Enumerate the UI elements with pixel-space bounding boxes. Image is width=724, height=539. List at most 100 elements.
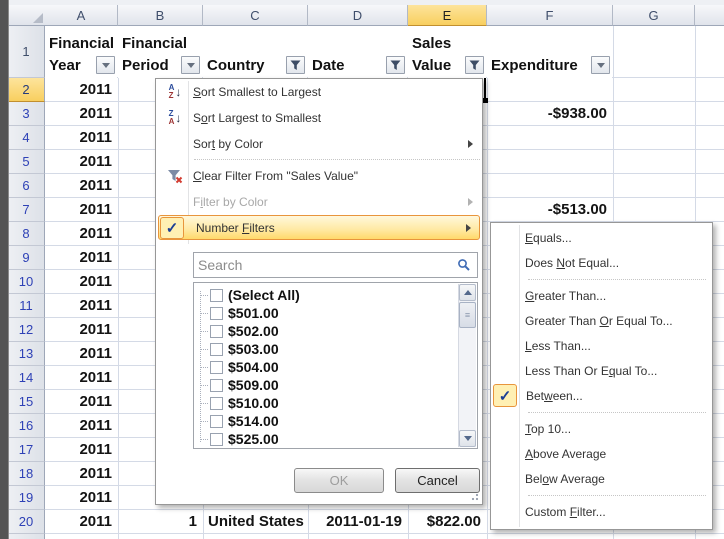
menu-item-sort-smallest-to-largest[interactable]: AZ↓Sort Smallest to Largest bbox=[157, 79, 481, 105]
row-header-15[interactable]: 15 bbox=[8, 390, 45, 414]
scrollbar[interactable]: ≡ bbox=[458, 284, 476, 447]
fill-handle[interactable] bbox=[483, 98, 488, 103]
row-header-partial[interactable] bbox=[8, 534, 45, 539]
column-header-g[interactable]: G bbox=[613, 5, 695, 26]
row-header-18[interactable]: 18 bbox=[8, 462, 45, 486]
cell-f7[interactable]: -$513.00 bbox=[487, 198, 612, 222]
checkbox-unchecked[interactable] bbox=[210, 379, 223, 392]
cell-a15[interactable]: 2011 bbox=[45, 390, 117, 414]
row-header-10[interactable]: 10 bbox=[8, 270, 45, 294]
row-header-4[interactable]: 4 bbox=[8, 126, 45, 150]
cell-c20[interactable]: United States bbox=[203, 510, 307, 534]
cancel-button[interactable]: Cancel bbox=[395, 468, 480, 493]
list-item-partial[interactable] bbox=[194, 448, 228, 449]
submenu-item-above-average[interactable]: Above Average bbox=[492, 441, 711, 466]
menu-item-sort-by-color[interactable]: Sort by Color bbox=[157, 131, 481, 157]
cell-a20[interactable]: 2011 bbox=[45, 510, 117, 534]
header-cell-year[interactable]: FinancialYear bbox=[45, 26, 117, 78]
checkbox-unchecked[interactable] bbox=[210, 415, 223, 428]
cell-a19[interactable]: 2011 bbox=[45, 486, 117, 510]
menu-item-sort-largest-to-smallest[interactable]: ZA↓Sort Largest to Smallest bbox=[157, 105, 481, 131]
row-header-1[interactable]: 1 bbox=[8, 26, 45, 78]
header-cell-value[interactable]: SalesValue bbox=[408, 26, 486, 78]
list-item[interactable]: $509.00 bbox=[194, 376, 279, 394]
checkbox-unchecked[interactable] bbox=[210, 343, 223, 356]
row-header-3[interactable]: 3 bbox=[8, 102, 45, 126]
checkbox-unchecked[interactable] bbox=[210, 433, 223, 446]
resize-grip-icon[interactable] bbox=[471, 493, 479, 501]
header-cell-expenditure[interactable]: Expenditure bbox=[487, 26, 612, 78]
submenu-item-greater-than[interactable]: Greater Than... bbox=[492, 283, 711, 308]
cell-a7[interactable]: 2011 bbox=[45, 198, 117, 222]
submenu-item-custom-filter[interactable]: Custom Filter... bbox=[492, 499, 711, 524]
cell-a17[interactable]: 2011 bbox=[45, 438, 117, 462]
row-header-14[interactable]: 14 bbox=[8, 366, 45, 390]
funnel-filter-icon[interactable] bbox=[286, 56, 305, 74]
list-item[interactable]: $502.00 bbox=[194, 322, 279, 340]
cell-a18[interactable]: 2011 bbox=[45, 462, 117, 486]
submenu-item-below-average[interactable]: Below Average bbox=[492, 466, 711, 491]
row-header-12[interactable]: 12 bbox=[8, 318, 45, 342]
header-cell-country[interactable]: Country bbox=[203, 26, 307, 78]
funnel-filter-icon[interactable] bbox=[386, 56, 405, 74]
menu-item-clear-filter-from-sales-value[interactable]: Clear Filter From "Sales Value" bbox=[157, 163, 481, 189]
submenu-item-does-not-equal[interactable]: Does Not Equal... bbox=[492, 250, 711, 275]
cell-a16[interactable]: 2011 bbox=[45, 414, 117, 438]
checkbox-unchecked[interactable] bbox=[210, 361, 223, 374]
scroll-down-icon[interactable] bbox=[459, 430, 476, 447]
row-header-16[interactable]: 16 bbox=[8, 414, 45, 438]
list-item[interactable]: $514.00 bbox=[194, 412, 279, 430]
row-header-2[interactable]: 2 bbox=[8, 78, 45, 102]
list-item[interactable]: $501.00 bbox=[194, 304, 279, 322]
row-header-13[interactable]: 13 bbox=[8, 342, 45, 366]
scroll-up-icon[interactable] bbox=[459, 284, 476, 301]
header-cell-date[interactable]: Date bbox=[308, 26, 407, 78]
search-input[interactable] bbox=[194, 257, 456, 273]
submenu-item-greater-than-or-equal-to[interactable]: Greater Than Or Equal To... bbox=[492, 308, 711, 333]
column-header-c[interactable]: C bbox=[203, 5, 308, 26]
submenu-item-less-than[interactable]: Less Than... bbox=[492, 333, 711, 358]
column-header-partial[interactable] bbox=[695, 5, 724, 26]
list-item[interactable]: $510.00 bbox=[194, 394, 279, 412]
checkbox-unchecked[interactable] bbox=[210, 325, 223, 338]
menu-item-number-filters[interactable]: ✓Number Filters bbox=[158, 215, 480, 240]
scrollbar-thumb[interactable]: ≡ bbox=[459, 302, 476, 328]
header-cell-period[interactable]: FinancialPeriod bbox=[118, 26, 202, 78]
checkbox-unchecked[interactable] bbox=[210, 397, 223, 410]
cell-a11[interactable]: 2011 bbox=[45, 294, 117, 318]
row-header-17[interactable]: 17 bbox=[8, 438, 45, 462]
cell-a13[interactable]: 2011 bbox=[45, 342, 117, 366]
cell-a14[interactable]: 2011 bbox=[45, 366, 117, 390]
list-item[interactable]: (Select All) bbox=[194, 286, 300, 304]
cell-a6[interactable]: 2011 bbox=[45, 174, 117, 198]
cell-f3[interactable]: -$938.00 bbox=[487, 102, 612, 126]
column-header-a[interactable]: A bbox=[45, 5, 118, 26]
column-header-d[interactable]: D bbox=[308, 5, 408, 26]
cell-a10[interactable]: 2011 bbox=[45, 270, 117, 294]
list-item[interactable]: $503.00 bbox=[194, 340, 279, 358]
cell-a3[interactable]: 2011 bbox=[45, 102, 117, 126]
row-header-20[interactable]: 20 bbox=[8, 510, 45, 534]
cell-a12[interactable]: 2011 bbox=[45, 318, 117, 342]
checkbox-unchecked[interactable] bbox=[210, 289, 223, 302]
cell-a8[interactable]: 2011 bbox=[45, 222, 117, 246]
list-item[interactable]: $504.00 bbox=[194, 358, 279, 376]
select-all-corner[interactable] bbox=[8, 5, 46, 26]
submenu-item-equals[interactable]: Equals... bbox=[492, 225, 711, 250]
column-header-f[interactable]: F bbox=[487, 5, 613, 26]
cell-b20[interactable]: 1 bbox=[118, 510, 202, 534]
row-header-9[interactable]: 9 bbox=[8, 246, 45, 270]
column-header-e[interactable]: E bbox=[408, 5, 487, 26]
cell-a9[interactable]: 2011 bbox=[45, 246, 117, 270]
checkbox-unchecked[interactable] bbox=[210, 307, 223, 320]
ok-button[interactable]: OK bbox=[294, 468, 384, 493]
submenu-item-between[interactable]: ✓Between... bbox=[492, 383, 711, 408]
list-item[interactable]: $525.00 bbox=[194, 430, 279, 448]
funnel-filter-icon[interactable] bbox=[465, 56, 484, 74]
cell-a5[interactable]: 2011 bbox=[45, 150, 117, 174]
cell-e20[interactable]: $822.00 bbox=[408, 510, 486, 534]
cell-d20[interactable]: 2011-01-19 bbox=[308, 510, 407, 534]
row-header-6[interactable]: 6 bbox=[8, 174, 45, 198]
row-header-11[interactable]: 11 bbox=[8, 294, 45, 318]
row-header-5[interactable]: 5 bbox=[8, 150, 45, 174]
